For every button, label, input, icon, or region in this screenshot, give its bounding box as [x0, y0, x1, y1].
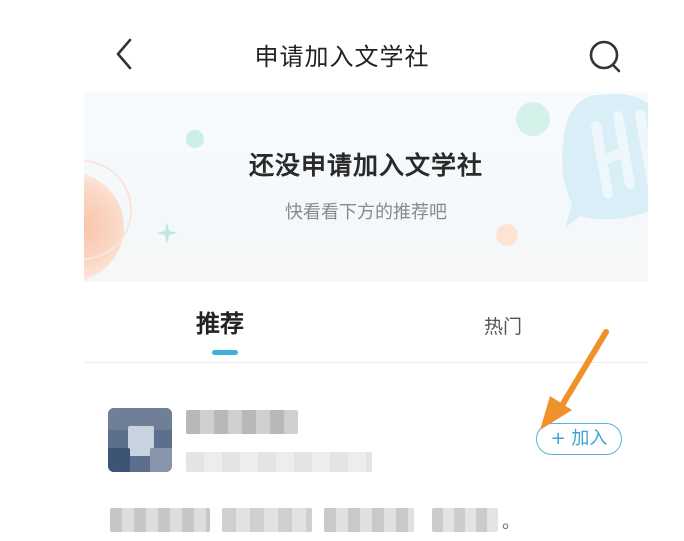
club-avatar: [108, 408, 172, 472]
club-meta-redacted: [186, 452, 372, 472]
club-description-redacted: [222, 508, 312, 532]
annotation-arrow-icon: [540, 329, 609, 430]
club-name-redacted: [186, 410, 298, 434]
tab-recommend[interactable]: 推荐: [196, 304, 244, 339]
avatar-pixel-block: [150, 448, 172, 472]
tab-hot[interactable]: 热门: [484, 312, 522, 339]
empty-state-title: 还没申请加入文学社: [248, 151, 483, 180]
club-description-redacted: [324, 508, 414, 532]
avatar-pixel-block: [108, 448, 130, 472]
decor-orange-dot: [496, 224, 518, 246]
decor-mint-circle: [516, 102, 550, 136]
club-description-redacted: [432, 508, 498, 532]
search-button[interactable]: [586, 36, 626, 76]
search-icon: [589, 40, 621, 73]
club-description-redacted: [110, 508, 210, 532]
app-screen: 申请加入文学社 还没申请加入文学社 快看看下方的推荐吧 推荐 热门 + 加入 。: [0, 0, 684, 541]
page-title: 申请加入文学社: [254, 43, 430, 71]
active-tab-indicator: [212, 350, 238, 355]
empty-state-banner: 还没申请加入文学社 快看看下方的推荐吧: [84, 92, 648, 282]
empty-state-subtitle: 快看看下方的推荐吧: [285, 202, 447, 223]
top-nav-bar: 申请加入文学社: [0, 0, 684, 92]
description-end-punctuation: 。: [502, 512, 520, 533]
